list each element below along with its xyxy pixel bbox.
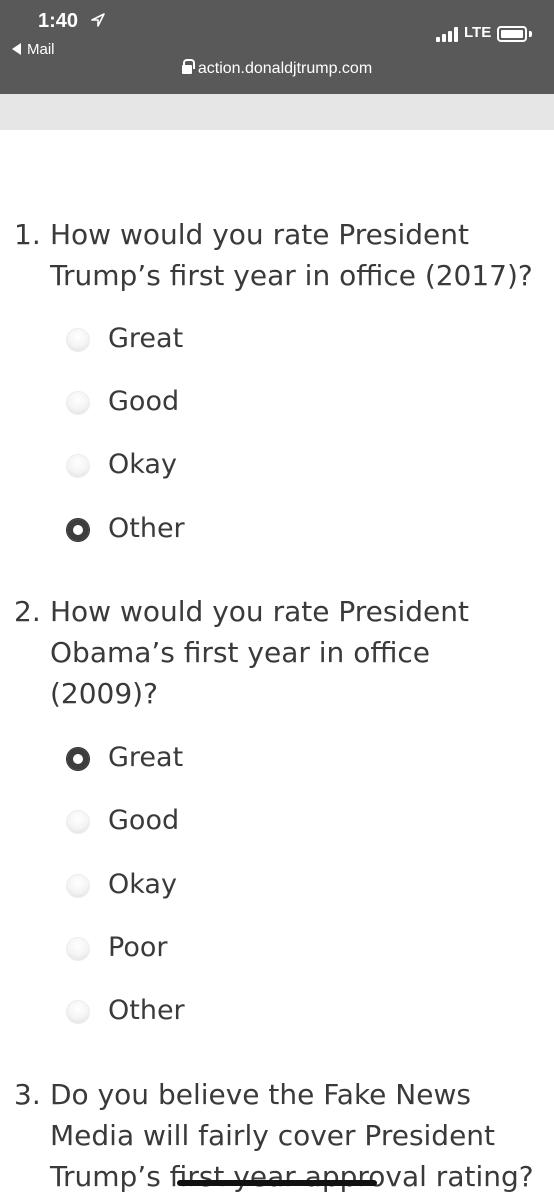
radio-button[interactable]	[67, 455, 89, 477]
question-2-number: 2.	[14, 595, 41, 628]
option-label: Okay	[108, 449, 177, 480]
q2-option-okay[interactable]: Okay	[64, 867, 364, 903]
q2-option-great[interactable]: Great	[64, 740, 364, 776]
option-label: Poor	[108, 932, 168, 963]
option-label: Other	[108, 513, 185, 544]
option-label: Okay	[108, 869, 177, 900]
radio-button-selected[interactable]	[67, 519, 89, 541]
home-indicator[interactable]	[177, 1180, 377, 1186]
option-label: Great	[108, 323, 184, 354]
q1-option-good[interactable]: Good	[64, 384, 364, 420]
location-arrow-icon	[91, 13, 105, 27]
radio-button[interactable]	[67, 811, 89, 833]
browser-header: 1:40 Mail LTE action.donaldjtrump.com	[0, 0, 554, 94]
option-label: Other	[108, 995, 185, 1026]
signal-strength-icon	[436, 26, 460, 42]
battery-tip	[529, 31, 532, 37]
back-app-label: Mail	[27, 41, 55, 58]
question-3-number: 3.	[14, 1078, 41, 1111]
q1-option-other[interactable]: Other	[64, 511, 364, 547]
option-label: Great	[108, 742, 184, 773]
status-time: 1:40	[38, 10, 79, 32]
page-top-bar	[0, 94, 554, 130]
q1-option-okay[interactable]: Okay	[64, 447, 364, 483]
option-label: Good	[108, 805, 180, 836]
question-1-text: How would you rate President Trump’s fir…	[50, 218, 533, 292]
radio-button[interactable]	[67, 329, 89, 351]
network-type: LTE	[464, 24, 492, 41]
radio-button[interactable]	[67, 875, 89, 897]
q1-option-great[interactable]: Great	[64, 321, 364, 357]
q2-option-other[interactable]: Other	[64, 993, 364, 1029]
q2-option-poor[interactable]: Poor	[64, 930, 364, 966]
address-bar[interactable]: action.donaldjtrump.com	[0, 59, 554, 78]
lock-icon	[181, 59, 195, 74]
radio-button[interactable]	[67, 1001, 89, 1023]
radio-button-selected[interactable]	[67, 748, 89, 770]
question-1-number: 1.	[14, 218, 41, 251]
url-text: action.donaldjtrump.com	[197, 60, 373, 77]
back-arrow-icon	[12, 43, 21, 55]
question-3-text: Do you believe the Fake News Media will …	[50, 1078, 534, 1193]
q2-option-good[interactable]: Good	[64, 803, 364, 839]
back-to-app-link[interactable]: Mail	[12, 41, 55, 58]
question-2-text: How would you rate President Obama’s fir…	[50, 595, 469, 710]
radio-button[interactable]	[67, 392, 89, 414]
option-label: Good	[108, 386, 180, 417]
radio-button[interactable]	[67, 938, 89, 960]
battery-icon	[497, 26, 527, 42]
